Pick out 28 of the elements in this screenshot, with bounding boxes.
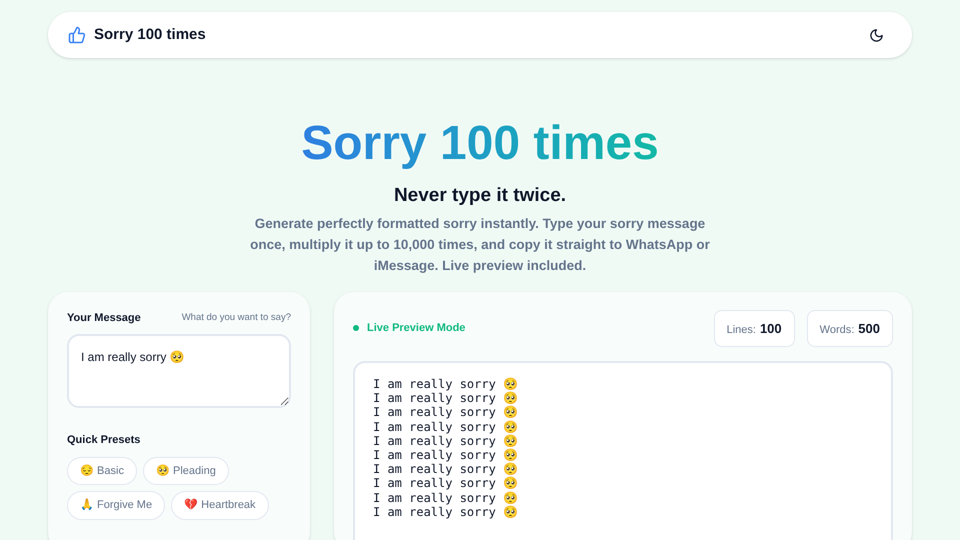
- thumbs-up-icon: [68, 26, 86, 44]
- hero-description: Generate perfectly formatted sorry instantly. Type your sorry message once, multiply it up to 10,000 times, and copy it straight to WhatsApp or iMessage. Live preview included.: [250, 214, 710, 275]
- preview-line: I am really sorry 🥺: [373, 377, 520, 392]
- moon-icon: [868, 28, 884, 42]
- preset-chip[interactable]: 😔 Basic: [67, 456, 137, 485]
- stat-label: Lines:: [726, 322, 756, 338]
- stat-label: Words:: [820, 322, 854, 338]
- stat-value: 500: [858, 320, 880, 338]
- message-label: Your Message: [67, 310, 141, 326]
- preview-line: I am really sorry 🥺: [373, 448, 520, 462]
- brand-name: Sorry 100 times: [94, 24, 206, 45]
- hero-subtitle: Never type it twice.: [394, 184, 566, 208]
- preview-line: I am really sorry 🥺: [373, 476, 520, 491]
- preview-line: I am really sorry 🥺: [373, 504, 520, 520]
- preview-line: I am really sorry 🥺: [373, 462, 520, 476]
- preview-line: I am really sorry 🥺: [373, 405, 520, 420]
- message-hint: What do you want to say?: [182, 310, 291, 325]
- message-input[interactable]: I am really sorry 🥺: [67, 334, 291, 408]
- preset-chip[interactable]: 🙏 Forgive Me: [67, 491, 166, 520]
- preset-chip[interactable]: 💔 Heartbreak: [171, 491, 269, 520]
- preset-chip[interactable]: 🥺 Pleading: [142, 456, 229, 485]
- preview-line: I am really sorry 🥺: [373, 434, 520, 448]
- preview-line: I am really sorry 🥺: [373, 391, 520, 406]
- presets-label: Quick Presets: [67, 433, 142, 448]
- stat-value: 100: [760, 320, 782, 338]
- preview-line: I am really sorry 🥺: [373, 490, 520, 505]
- preview-mode-label: Live Preview Mode: [367, 321, 466, 336]
- preview-line: I am really sorry 🥺: [373, 420, 520, 434]
